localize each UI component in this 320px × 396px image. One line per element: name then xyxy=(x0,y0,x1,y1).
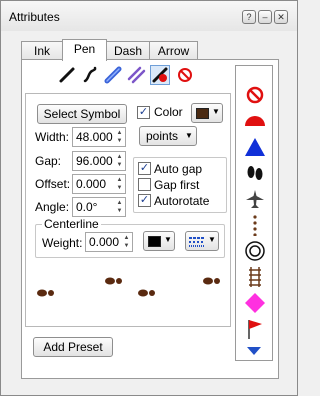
red-flag-icon[interactable] xyxy=(243,318,267,340)
gap-first-label: Gap first xyxy=(154,178,200,192)
gap-value: 96.000 xyxy=(76,154,113,168)
footprint-icon xyxy=(203,277,220,285)
no-sign-icon[interactable] xyxy=(243,84,267,106)
auto-gap-label: Auto gap xyxy=(154,162,203,176)
centerline-color-picker[interactable]: ▼ xyxy=(143,231,175,251)
width-field[interactable]: 48.000 ▲ ▼ xyxy=(72,127,126,147)
tab-pen[interactable]: Pen xyxy=(62,39,107,61)
minimize-icon[interactable]: – xyxy=(258,10,272,24)
auto-gap-checkbox[interactable]: ✓ xyxy=(138,162,151,175)
footprint-icon xyxy=(37,289,54,297)
add-preset-button[interactable]: Add Preset xyxy=(33,337,113,357)
pen-preview xyxy=(37,277,220,297)
width-value: 48.000 xyxy=(76,130,113,144)
tab-arrow[interactable]: Arrow xyxy=(149,41,198,60)
centerline-color-swatch xyxy=(148,236,161,247)
centerline-legend: Centerline xyxy=(42,217,101,231)
chevron-down-icon: ▼ xyxy=(185,131,193,140)
red-half-circle-icon[interactable] xyxy=(243,110,267,132)
select-symbol-button[interactable]: Select Symbol xyxy=(37,104,127,124)
gap-first-checkbox[interactable] xyxy=(138,178,151,191)
chevron-down-icon: ▼ xyxy=(208,235,216,244)
footprints-icon[interactable] xyxy=(243,162,267,184)
centerline-dash-picker[interactable]: ▼ xyxy=(185,231,219,251)
weight-field[interactable]: 0.000 ▲ ▼ xyxy=(85,232,133,252)
units-value: points xyxy=(146,129,179,143)
scroll-down-icon[interactable] xyxy=(246,346,262,356)
brush-icon[interactable] xyxy=(80,65,100,85)
railroad-track-icon[interactable] xyxy=(243,266,267,288)
color-checkbox[interactable]: ✓ xyxy=(137,106,150,119)
chevron-down-icon: ▼ xyxy=(212,107,220,116)
dotted-path-icon[interactable] xyxy=(243,214,267,237)
attributes-window: Attributes ? – ✕ Ink Pen Dash Arrow Sele… xyxy=(0,0,298,396)
weight-stepper[interactable]: ▲ ▼ xyxy=(122,234,131,250)
offset-label: Offset: xyxy=(35,177,71,191)
magenta-diamond-icon[interactable] xyxy=(243,292,267,314)
title-bar: Attributes ? – ✕ xyxy=(1,1,297,31)
offset-value: 0.000 xyxy=(76,177,107,191)
pen-icon[interactable] xyxy=(57,65,77,85)
angle-label: Angle: xyxy=(35,200,70,214)
footprint-icon xyxy=(138,289,155,297)
marker-icon[interactable] xyxy=(103,65,123,85)
tab-ink[interactable]: Ink xyxy=(21,41,63,60)
close-icon[interactable]: ✕ xyxy=(274,10,288,24)
units-dropdown[interactable]: points ▼ xyxy=(139,126,197,146)
airplane-icon[interactable] xyxy=(243,188,267,210)
color-swatch xyxy=(196,108,209,119)
weight-value: 0.000 xyxy=(89,235,120,249)
target-icon[interactable] xyxy=(243,240,267,262)
angle-field[interactable]: 0.0° ▲ ▼ xyxy=(72,197,126,217)
gap-field[interactable]: 96.000 ▲ ▼ xyxy=(72,151,126,171)
offset-stepper[interactable]: ▲ ▼ xyxy=(115,176,124,192)
blue-triangle-icon[interactable] xyxy=(243,136,267,158)
angle-value: 0.0° xyxy=(76,200,98,214)
weight-label: Weight: xyxy=(42,236,83,250)
help-icon[interactable]: ? xyxy=(242,10,256,24)
autorotate-label: Autorotate xyxy=(154,194,210,208)
autorotate-checkbox[interactable]: ✓ xyxy=(138,194,151,207)
gap-stepper[interactable]: ▲ ▼ xyxy=(115,153,124,169)
color-label: Color xyxy=(154,105,183,119)
color-picker[interactable]: ▼ xyxy=(191,103,223,123)
eraser-icon[interactable] xyxy=(175,65,195,85)
symbol-strip xyxy=(235,65,273,361)
width-label: Width: xyxy=(35,130,70,144)
dash-pattern-icon xyxy=(189,237,205,247)
window-title: Attributes xyxy=(9,10,60,24)
chevron-down-icon: ▼ xyxy=(164,235,172,244)
symbol-pen-icon[interactable] xyxy=(150,65,170,85)
footprint-icon xyxy=(105,277,122,285)
double-line-icon[interactable] xyxy=(126,65,146,85)
angle-stepper[interactable]: ▲ ▼ xyxy=(115,199,124,215)
offset-field[interactable]: 0.000 ▲ ▼ xyxy=(72,174,126,194)
width-stepper[interactable]: ▲ ▼ xyxy=(115,129,124,145)
gap-label: Gap: xyxy=(35,154,62,168)
tab-dash[interactable]: Dash xyxy=(106,41,150,60)
